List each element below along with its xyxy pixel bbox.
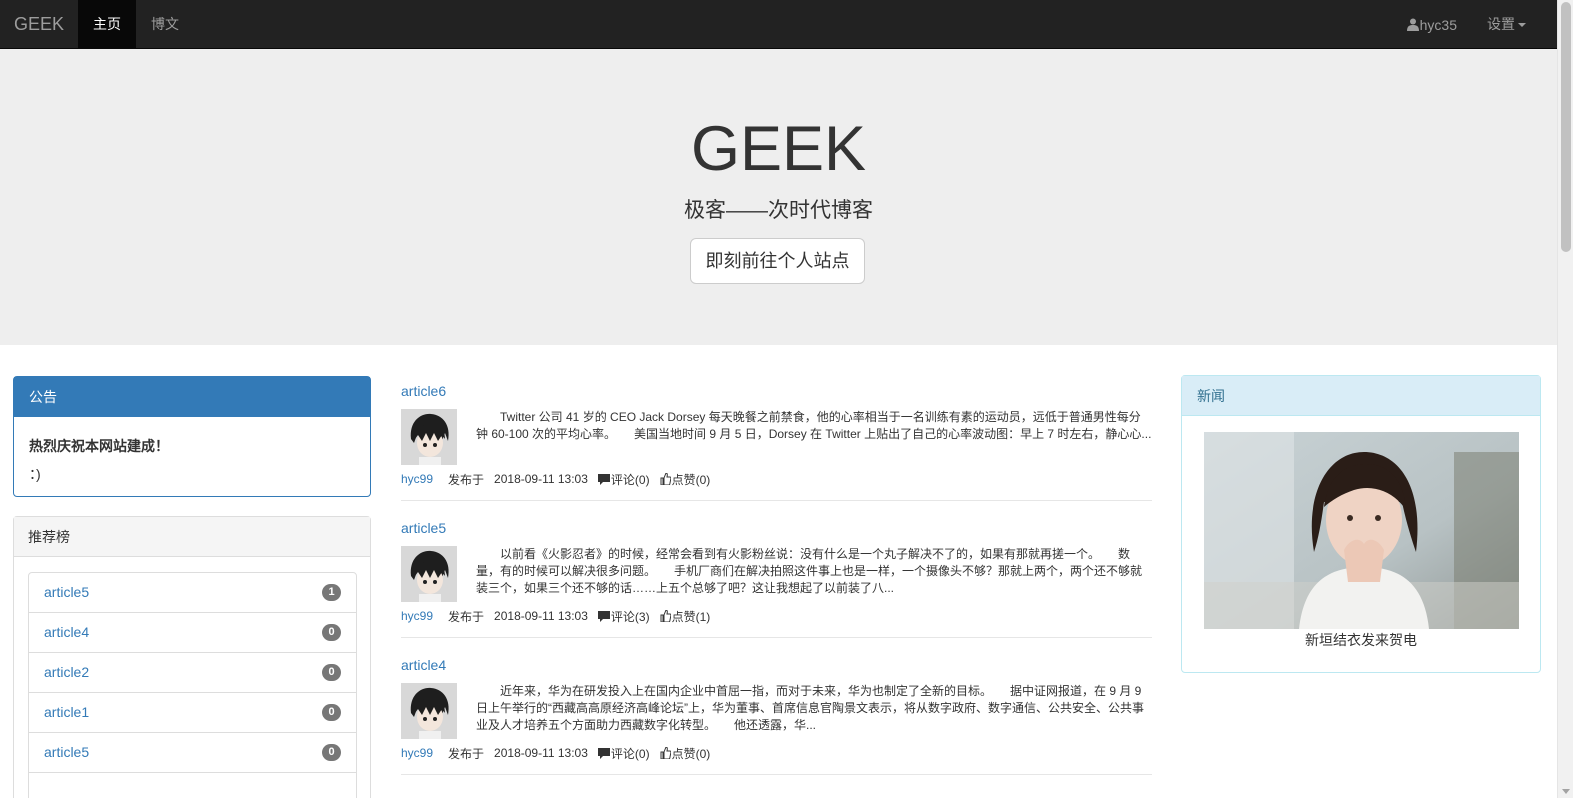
like-count[interactable]: 点赞(1) (672, 608, 711, 625)
ranking-item-link[interactable]: article2 (44, 664, 89, 680)
article-divider (401, 774, 1152, 775)
ranking-list-item[interactable]: article4 0 (28, 612, 357, 653)
article-card: article4 近年来，华为在研发投入上在国内企业中首屈一指，而对于未来，华为… (401, 657, 1152, 762)
comment-icon (597, 473, 610, 485)
nav-item-home[interactable]: 主页 (78, 0, 137, 49)
ranking-list: article5 1 article4 0 article2 0 article… (28, 572, 357, 798)
ranking-item-badge: 0 (322, 704, 341, 721)
ranking-list-item[interactable]: article2 0 (28, 652, 357, 693)
published-label: 发布于 (448, 472, 485, 487)
thumbs-up-icon (660, 610, 671, 622)
notice-panel-heading: 公告 (14, 377, 370, 417)
ranking-item-badge: 1 (322, 584, 341, 601)
hero-title: GEEK (690, 114, 867, 184)
author-avatar[interactable] (401, 546, 457, 602)
article-body: 近年来，华为在研发投入上在国内企业中首屈一指，而对于未来，华为也制定了全新的目标… (401, 683, 1152, 739)
username-label: hyc35 (1419, 16, 1457, 33)
ranking-item-badge: 0 (322, 624, 341, 641)
user-icon (1406, 18, 1419, 31)
comment-count[interactable]: 评论(0) (611, 471, 650, 488)
notice-panel: 公告 热烈庆祝本网站建成！ ：) (13, 376, 371, 497)
ranking-panel: 推荐榜 article5 1 article4 0 article2 0 art… (13, 516, 371, 798)
author-avatar[interactable] (401, 683, 457, 739)
article-summary: Twitter 公司 41 岁的 CEO Jack Dorsey 每天晚餐之前禁… (476, 410, 1152, 441)
article-meta: hyc99 发布于 2018-09-11 13:03 评论(0) 点赞(0) (401, 744, 1152, 762)
news-photo[interactable] (1204, 432, 1519, 629)
article-body: Twitter 公司 41 岁的 CEO Jack Dorsey 每天晚餐之前禁… (401, 409, 1152, 465)
article-divider (401, 637, 1152, 638)
author-link[interactable]: hyc99 (401, 472, 433, 486)
article-card: article5 以前看《火影忍者》的时候，经常会看到有火影粉丝说：没有什么是一… (401, 520, 1152, 625)
nav-item-blog[interactable]: 博文 (136, 0, 194, 49)
comment-icon (597, 747, 610, 759)
published-label: 发布于 (448, 609, 485, 624)
author-link[interactable]: hyc99 (401, 609, 433, 623)
scroll-down-arrow-icon[interactable] (1562, 789, 1570, 794)
published-time: 2018-09-11 13:03 (494, 472, 588, 486)
published-time: 2018-09-11 13:03 (494, 609, 588, 623)
ranking-list-item[interactable]: article5 0 (28, 732, 357, 773)
hero-subtitle: 极客——次时代博客 (684, 199, 873, 222)
ranking-item-link[interactable]: article1 (44, 704, 89, 720)
article-divider (401, 500, 1152, 501)
article-title-link[interactable]: article4 (401, 657, 1152, 675)
ranking-item-link[interactable]: article5 (44, 744, 89, 760)
news-panel: 新闻 新垣结衣发来贺电 (1181, 375, 1541, 673)
ranking-item-link[interactable]: article4 (44, 624, 89, 640)
comment-icon (597, 610, 610, 622)
scrollbar-thumb[interactable] (1561, 2, 1571, 252)
article-summary: 近年来，华为在研发投入上在国内企业中首屈一指，而对于未来，华为也制定了全新的目标… (476, 684, 1144, 732)
ranking-panel-heading: 推荐榜 (14, 517, 370, 557)
ranking-item-link[interactable]: article5 (44, 584, 89, 600)
caret-down-icon (1518, 23, 1526, 28)
article-meta: hyc99 发布于 2018-09-11 13:03 评论(3) 点赞(1) (401, 607, 1152, 625)
settings-dropdown[interactable]: 设置 (1472, 0, 1541, 49)
user-menu-link[interactable]: hyc35 (1392, 0, 1472, 49)
author-avatar[interactable] (401, 409, 457, 465)
author-link[interactable]: hyc99 (401, 746, 433, 760)
article-title-link[interactable]: article6 (401, 383, 1152, 401)
article-body: 以前看《火影忍者》的时候，经常会看到有火影粉丝说：没有什么是一个丸子解决不了的，… (401, 546, 1152, 602)
thumbs-up-icon (660, 473, 671, 485)
published-time: 2018-09-11 13:03 (494, 746, 588, 760)
navbar-brand[interactable]: GEEK (0, 0, 78, 49)
thumbs-up-icon (660, 747, 671, 759)
notice-line: 热烈庆祝本网站建成！ (29, 438, 169, 454)
comment-count[interactable]: 评论(0) (611, 745, 650, 762)
news-caption: 新垣结衣发来贺电 (1305, 632, 1417, 648)
ranking-list-item[interactable]: article5 1 (28, 572, 357, 613)
article-summary: 以前看《火影忍者》的时候，经常会看到有火影粉丝说：没有什么是一个丸子解决不了的，… (476, 547, 1143, 595)
navbar-right: hyc35 设置 (1392, 0, 1557, 49)
settings-label: 设置 (1487, 16, 1515, 32)
go-personal-site-button[interactable]: 即刻前往个人站点 (690, 238, 865, 284)
ranking-item-badge: 0 (322, 664, 341, 681)
notice-line: ：) (29, 466, 41, 482)
article-title-link[interactable]: article5 (401, 520, 1152, 538)
page-scrollbar[interactable] (1557, 0, 1573, 798)
ranking-list-item[interactable]: article1 0 (28, 692, 357, 733)
article-card: article6 Twitter 公司 41 岁的 CEO Jack Dorse… (401, 383, 1152, 488)
ranking-item-badge: 0 (322, 744, 341, 761)
comment-count[interactable]: 评论(3) (611, 608, 650, 625)
like-count[interactable]: 点赞(0) (672, 745, 711, 762)
news-panel-heading: 新闻 (1182, 376, 1540, 416)
hero-jumbotron: GEEK 极客——次时代博客 即刻前往个人站点 (0, 49, 1557, 345)
notice-panel-body: 热烈庆祝本网站建成！ ：) (14, 417, 370, 488)
ranking-list-item[interactable] (28, 772, 357, 798)
article-meta: hyc99 发布于 2018-09-11 13:03 评论(0) 点赞(0) (401, 470, 1152, 488)
published-label: 发布于 (448, 746, 485, 761)
top-navbar: GEEK 主页 博文 hyc35 设置 (0, 0, 1557, 49)
window-gutter (1573, 0, 1594, 798)
like-count[interactable]: 点赞(0) (672, 471, 711, 488)
